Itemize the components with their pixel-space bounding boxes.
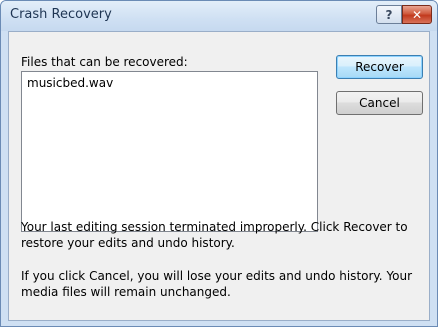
recover-button[interactable]: Recover (336, 55, 423, 79)
recover-instructions: Your last editing session terminated imp… (21, 220, 408, 250)
close-button[interactable]: ✕ (402, 5, 432, 24)
help-button[interactable]: ? (376, 5, 402, 24)
close-icon: ✕ (411, 7, 423, 22)
dialog-title: Crash Recovery (10, 7, 112, 22)
recoverable-files-list[interactable]: musicbed.wav (21, 71, 318, 232)
list-item[interactable]: musicbed.wav (27, 76, 113, 90)
files-label: Files that can be recovered: (21, 55, 188, 69)
help-icon: ? (385, 7, 393, 22)
crash-recovery-dialog: Crash Recovery ? ✕ Files that can be rec… (0, 0, 438, 327)
dialog-client-area: Files that can be recovered: musicbed.wa… (8, 31, 430, 321)
cancel-button[interactable]: Cancel (336, 91, 423, 115)
cancel-warning: If you click Cancel, you will lose your … (21, 269, 413, 299)
title-bar[interactable]: Crash Recovery ? ✕ (1, 1, 437, 31)
